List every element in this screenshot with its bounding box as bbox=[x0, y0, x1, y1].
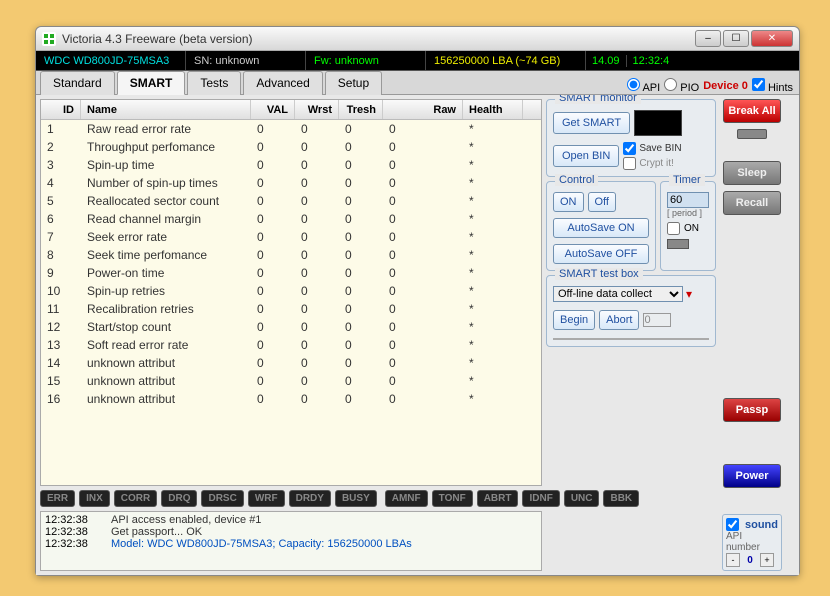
hints-checkbox[interactable]: Hints bbox=[752, 78, 793, 94]
timer-period-label: [ period ] bbox=[667, 208, 709, 218]
stepper-up[interactable]: + bbox=[760, 553, 774, 567]
control-on-button[interactable]: ON bbox=[553, 192, 584, 212]
minimize-button[interactable]: – bbox=[695, 30, 721, 47]
tab-advanced[interactable]: Advanced bbox=[243, 71, 322, 95]
maximize-button[interactable]: ☐ bbox=[723, 30, 749, 47]
timer-led bbox=[667, 239, 689, 249]
smart-monitor-group: SMART monitor Get SMART Open BIN Save BI… bbox=[546, 99, 716, 177]
control-group: Control ON Off AutoSave ON AutoSave OFF bbox=[546, 181, 656, 271]
timer-group: Timer [ period ] ON bbox=[660, 181, 716, 271]
table-row[interactable]: 15unknown attribut0000* bbox=[41, 372, 541, 390]
status-badge-busy: BUSY bbox=[335, 490, 377, 507]
test-progress bbox=[553, 338, 709, 340]
device-label: Device 0 bbox=[703, 80, 748, 92]
status-badge-inx: INX bbox=[79, 490, 110, 507]
autosave-on-button[interactable]: AutoSave ON bbox=[553, 218, 649, 238]
test-select[interactable]: Off-line data collect bbox=[553, 286, 683, 302]
api-radio[interactable]: API bbox=[627, 78, 660, 94]
table-row[interactable]: 6Read channel margin0000* bbox=[41, 210, 541, 228]
autosave-off-button[interactable]: AutoSave OFF bbox=[553, 244, 649, 264]
window-title: Victoria 4.3 Freeware (beta version) bbox=[62, 32, 693, 46]
close-button[interactable]: ✕ bbox=[751, 30, 793, 47]
info-bar: WDC WD800JD-75MSA3 SN: unknown Fw: unkno… bbox=[36, 51, 799, 71]
begin-button[interactable]: Begin bbox=[553, 310, 595, 330]
status-badges: ERRINXCORRDRQDRSC WRFDRDYBUSY AMNFTONFABRT… bbox=[40, 486, 542, 511]
status-badge-amnf: AMNF bbox=[385, 490, 428, 507]
tab-setup[interactable]: Setup bbox=[325, 71, 382, 95]
table-row[interactable]: 12Start/stop count0000* bbox=[41, 318, 541, 336]
drive-model: WDC WD800JD-75MSA3 bbox=[36, 51, 186, 70]
passp-button[interactable]: Passp bbox=[723, 398, 781, 422]
table-row[interactable]: 2Throughput perfomance0000* bbox=[41, 138, 541, 156]
app-icon bbox=[42, 32, 56, 46]
tab-bar: StandardSMARTTestsAdvancedSetup API PIO … bbox=[36, 71, 799, 95]
smart-test-group: SMART test box Off-line data collect ▾ B… bbox=[546, 275, 716, 347]
get-smart-button[interactable]: Get SMART bbox=[553, 112, 630, 134]
table-row[interactable]: 13Soft read error rate0000* bbox=[41, 336, 541, 354]
table-row[interactable]: 4Number of spin-up times0000* bbox=[41, 174, 541, 192]
table-row[interactable]: 14unknown attribut0000* bbox=[41, 354, 541, 372]
sound-box: sound API number - 0 + bbox=[722, 514, 782, 571]
log-line: 12:32:38API access enabled, device #1 bbox=[45, 514, 537, 526]
recall-button[interactable]: Recall bbox=[723, 191, 781, 215]
status-badge-corr: CORR bbox=[114, 490, 157, 507]
time-label: 12:32:4 bbox=[626, 55, 676, 67]
test-value-input[interactable] bbox=[643, 313, 671, 327]
status-badge-drdy: DRDY bbox=[289, 490, 331, 507]
log-panel[interactable]: 12:32:38API access enabled, device #112:… bbox=[40, 511, 542, 571]
drive-sn: SN: unknown bbox=[186, 51, 306, 70]
smart-display bbox=[634, 110, 682, 136]
pio-radio[interactable]: PIO bbox=[664, 78, 699, 94]
log-line: 12:32:38Get passport... OK bbox=[45, 526, 537, 538]
table-row[interactable]: 16unknown attribut0000* bbox=[41, 390, 541, 408]
tab-smart[interactable]: SMART bbox=[117, 71, 186, 95]
save-bin-checkbox[interactable]: Save BIN bbox=[623, 142, 681, 155]
stepper-down[interactable]: - bbox=[726, 553, 740, 567]
table-row[interactable]: 3Spin-up time0000* bbox=[41, 156, 541, 174]
main-window: Victoria 4.3 Freeware (beta version) – ☐… bbox=[35, 26, 800, 576]
status-badge-abrt: ABRT bbox=[477, 490, 519, 507]
tab-tests[interactable]: Tests bbox=[187, 71, 241, 95]
drive-lba: 156250000 LBA (~74 GB) bbox=[426, 51, 586, 70]
test-indicator-icon: ▾ bbox=[686, 287, 692, 301]
sound-checkbox[interactable] bbox=[726, 518, 739, 531]
date-label: 14.09 bbox=[586, 55, 626, 67]
table-header: ID Name VAL Wrst Tresh Raw Health bbox=[41, 100, 541, 120]
power-button[interactable]: Power bbox=[723, 464, 781, 488]
table-row[interactable]: 1Raw read error rate0000* bbox=[41, 120, 541, 138]
smart-table: ID Name VAL Wrst Tresh Raw Health 1Raw r… bbox=[40, 99, 542, 486]
table-row[interactable]: 9Power-on time0000* bbox=[41, 264, 541, 282]
table-row[interactable]: 8Seek time perfomance0000* bbox=[41, 246, 541, 264]
status-badge-err: ERR bbox=[40, 490, 75, 507]
break-all-button[interactable]: Break All bbox=[723, 99, 781, 123]
mode-area: API PIO Device 0 Hints bbox=[627, 78, 799, 94]
open-bin-button[interactable]: Open BIN bbox=[553, 145, 619, 167]
side-buttons: Break All Sleep Recall Passp Power sound… bbox=[720, 99, 784, 571]
titlebar: Victoria 4.3 Freeware (beta version) – ☐… bbox=[36, 27, 799, 51]
control-off-button[interactable]: Off bbox=[588, 192, 616, 212]
timer-input[interactable] bbox=[667, 192, 709, 208]
timer-on-checkbox[interactable] bbox=[667, 222, 680, 235]
table-row[interactable]: 10Spin-up retries0000* bbox=[41, 282, 541, 300]
table-row[interactable]: 11Recalibration retries0000* bbox=[41, 300, 541, 318]
status-badge-tonf: TONF bbox=[432, 490, 473, 507]
break-led bbox=[737, 129, 767, 139]
crypt-checkbox[interactable]: Crypt it! bbox=[623, 157, 681, 170]
api-number-stepper[interactable]: - 0 + bbox=[726, 553, 778, 567]
table-row[interactable]: 7Seek error rate0000* bbox=[41, 228, 541, 246]
log-line: 12:32:38Model: WDC WD800JD-75MSA3; Capac… bbox=[45, 538, 537, 550]
table-row[interactable]: 5Reallocated sector count0000* bbox=[41, 192, 541, 210]
status-badge-wrf: WRF bbox=[248, 490, 285, 507]
abort-button[interactable]: Abort bbox=[599, 310, 639, 330]
sleep-button[interactable]: Sleep bbox=[723, 161, 781, 185]
tab-standard[interactable]: Standard bbox=[40, 71, 115, 95]
status-badge-drq: DRQ bbox=[161, 490, 197, 507]
drive-fw: Fw: unknown bbox=[306, 51, 426, 70]
status-badge-drsc: DRSC bbox=[201, 490, 243, 507]
